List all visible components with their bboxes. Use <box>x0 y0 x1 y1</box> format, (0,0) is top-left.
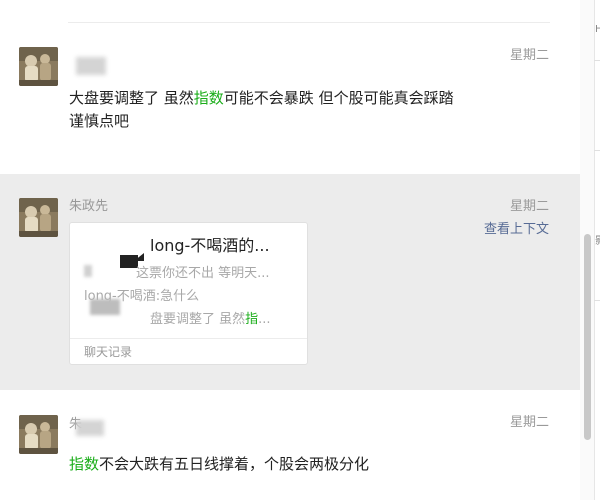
chat-record-card[interactable]: long-不喝酒的... 这票你还不出 等明天... long-不喝酒:急什么 … <box>69 222 308 365</box>
right-panel-text: 影 <box>595 236 600 248</box>
redaction-mark <box>84 265 92 277</box>
sender-name-redacted <box>76 420 104 436</box>
message-timestamp: 星期二 <box>509 415 549 430</box>
sender-name-redacted <box>76 57 106 75</box>
text-segment: 不会大跌有五日线撑着，个股会两极分化 <box>99 455 370 473</box>
avatar[interactable] <box>19 198 58 237</box>
message-text[interactable]: 大盘要调整了 虽然指数可能不会暴跌 但个股可能真会踩踏 谨慎点吧 <box>69 87 469 133</box>
chat-record-title: long-不喝酒的... <box>150 236 270 255</box>
divider <box>594 60 600 61</box>
redaction-mark <box>90 299 120 315</box>
divider <box>70 338 307 339</box>
keyword-highlight: 指数 <box>69 455 100 473</box>
text-segment: ... <box>258 312 271 327</box>
keyword-highlight: 指 <box>245 312 259 327</box>
text-segment: 盘要调整了 虽然 <box>150 312 246 327</box>
message-timestamp: 星期二 <box>509 199 549 214</box>
right-panel-edge <box>594 0 600 500</box>
message-item[interactable]: 星期二 大盘要调整了 虽然指数可能不会暴跌 但个股可能真会踩踏 谨慎点吧 <box>0 23 580 173</box>
right-panel-text: H <box>595 24 600 35</box>
message-text[interactable]: 指数不会大跌有五日线撑着，个股会两极分化 <box>69 453 529 476</box>
chat-record-line: 这票你还不出 等明天... <box>136 266 270 281</box>
chat-history-view: 星期二 大盘要调整了 虽然指数可能不会暴跌 但个股可能真会踩踏 谨慎点吧 朱政先… <box>0 0 600 500</box>
sender-name: 朱政先 <box>69 199 109 214</box>
divider <box>594 300 600 301</box>
text-segment: 大盘要调整了 虽然 <box>69 89 194 107</box>
divider <box>594 150 600 151</box>
scrollbar-thumb[interactable] <box>584 234 591 440</box>
chat-record-line: 盘要调整了 虽然指... <box>150 311 271 329</box>
avatar[interactable] <box>19 47 58 86</box>
view-context-link[interactable]: 查看上下文 <box>484 222 549 238</box>
message-item-selected[interactable]: 朱政先 星期二 查看上下文 long-不喝酒的... 这票你还不出 等明天...… <box>0 174 580 390</box>
keyword-highlight: 指数 <box>193 89 224 107</box>
avatar[interactable] <box>19 415 58 454</box>
chat-record-label: 聊天记录 <box>84 345 133 359</box>
message-timestamp: 星期二 <box>509 48 549 63</box>
message-item[interactable]: 朱 星期二 指数不会大跌有五日线撑着，个股会两极分化 <box>0 390 580 500</box>
